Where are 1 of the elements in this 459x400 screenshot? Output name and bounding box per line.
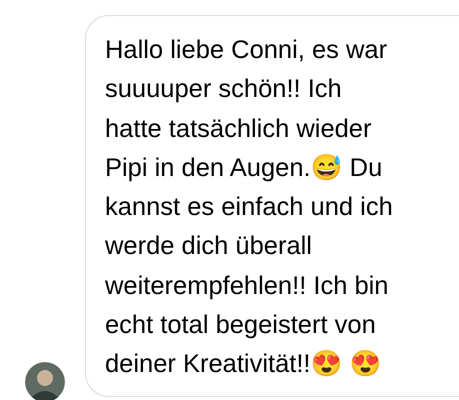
message-text: Hallo liebe Conni, es war suuuuper schön!! Ich hatte tatsächlich wieder Pipi in den Augen.😅 Du kannst es einfach und ich werde dich überall weiterempfehlen!! Ich bin echt total begeistert von deiner Kreativität!!😍 😍 <box>105 35 393 380</box>
